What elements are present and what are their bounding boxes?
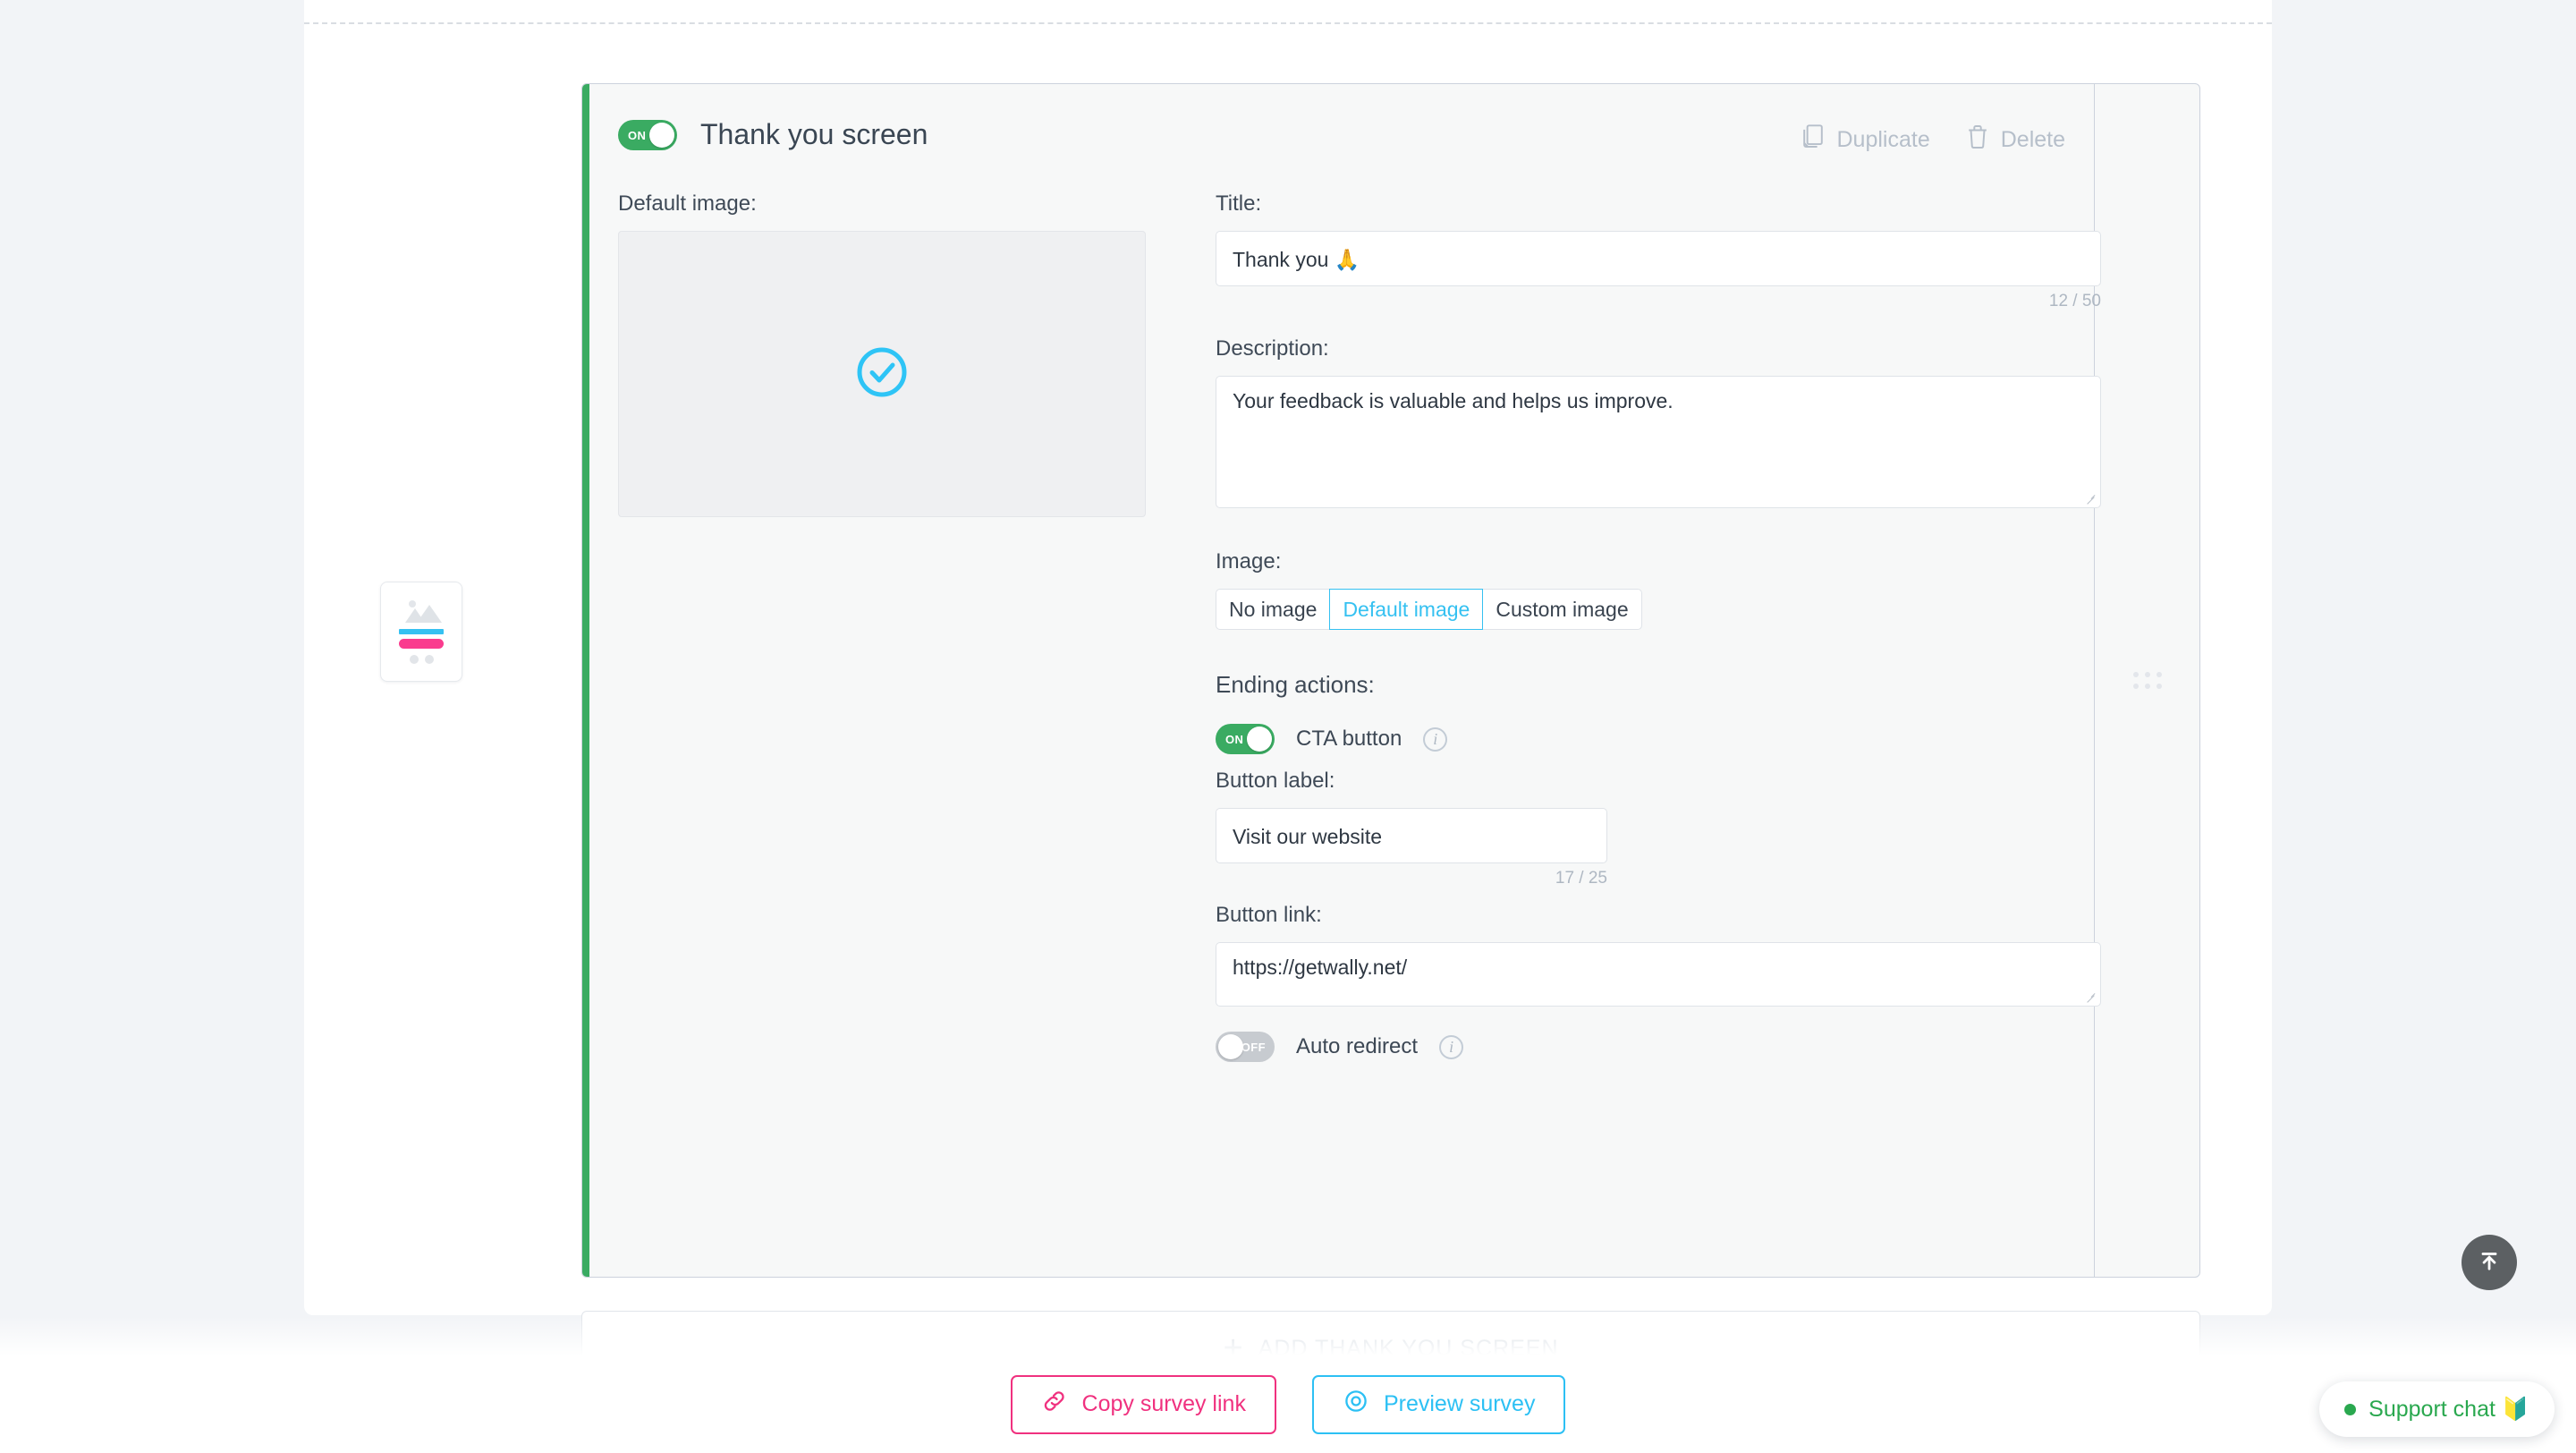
image-option-no-image[interactable]: No image (1216, 589, 1331, 630)
online-status-dot-icon (2344, 1403, 2357, 1415)
thumbnail-title-bar (399, 629, 444, 634)
support-chat-label: Support chat 🔰 (2368, 1396, 2529, 1422)
app-root: ON Thank you screen Duplicate Delete Def… (0, 0, 2576, 1453)
button-link-value: https://getwally.net/ (1233, 956, 1408, 979)
description-textarea[interactable]: Your feedback is valuable and helps us i… (1216, 376, 2101, 508)
cta-button-toggle[interactable]: ON (1216, 724, 1275, 754)
card-header-actions: Duplicate Delete (1801, 123, 2065, 157)
support-chat-button[interactable]: Support chat 🔰 (2319, 1381, 2555, 1437)
eye-icon (1343, 1388, 1369, 1421)
section-divider (304, 22, 2272, 24)
screen-thumbnail-card[interactable] (380, 582, 462, 682)
duplicate-label: Duplicate (1836, 127, 1930, 152)
image-field-label: Image: (1216, 549, 1282, 574)
thumbnail-cta-bar (399, 639, 444, 649)
scroll-to-top-button[interactable] (2462, 1235, 2517, 1290)
auto-redirect-toggle-label: OFF (1241, 1040, 1266, 1054)
screen-enabled-toggle-label: ON (628, 128, 647, 142)
image-option-default-image[interactable]: Default image (1329, 589, 1484, 630)
thumbnail-image-placeholder-icon (402, 599, 442, 625)
default-image-label: Default image: (618, 191, 757, 216)
auto-redirect-toggle[interactable]: OFF (1216, 1032, 1275, 1062)
title-char-counter: 12 / 50 (2048, 292, 2101, 310)
card-accent-bar (582, 84, 589, 1277)
cta-info-icon[interactable]: i (1423, 726, 1448, 752)
duplicate-button[interactable]: Duplicate (1801, 123, 1930, 157)
card-body: ON Thank you screen Duplicate Delete Def… (589, 84, 2101, 1277)
auto-redirect-info-icon[interactable]: i (1439, 1034, 1464, 1059)
cta-button-row: ON CTA button i (1216, 724, 2101, 754)
image-option-custom-image[interactable]: Custom image (1483, 589, 1642, 630)
link-icon (1041, 1388, 1068, 1421)
thumbnail-dots (409, 655, 434, 664)
preview-survey-label: Preview survey (1383, 1391, 1536, 1416)
copy-survey-link-label: Copy survey link (1081, 1391, 1246, 1416)
cta-toggle-label: ON (1225, 732, 1244, 746)
arrow-to-top-icon (2477, 1248, 2502, 1278)
auto-redirect-label: Auto redirect (1296, 1034, 1419, 1058)
button-label-input[interactable]: Visit our website (1216, 808, 1607, 863)
bottom-action-bar: Copy survey link Preview survey (0, 1316, 2576, 1453)
card-title: Thank you screen (700, 118, 928, 150)
button-link-input[interactable]: https://getwally.net/ (1216, 942, 2101, 1007)
toggle-knob (1247, 726, 1272, 752)
card-drag-handle[interactable] (2094, 84, 2199, 1277)
default-image-column: Default image: (618, 191, 1146, 517)
description-field-label: Description: (1216, 336, 1329, 361)
toggle-knob (649, 123, 674, 148)
ending-actions-heading: Ending actions: (1216, 671, 1375, 698)
button-link-field-label: Button link: (1216, 903, 1322, 927)
auto-redirect-row: OFF Auto redirect i (1216, 1032, 2101, 1062)
delete-button[interactable]: Delete (1966, 123, 2065, 157)
preview-survey-button[interactable]: Preview survey (1311, 1374, 1566, 1434)
screen-fields-column: Title: Thank you 🙏 12 / 50 Description: … (1216, 191, 2101, 1062)
button-label-char-counter: 17 / 25 (1555, 869, 1607, 888)
button-label-field-label: Button label: (1216, 769, 1335, 793)
screen-enabled-toggle[interactable]: ON (618, 120, 677, 150)
trash-icon (1966, 123, 1989, 157)
resize-handle-icon[interactable] (2084, 492, 2097, 505)
title-input[interactable]: Thank you 🙏 (1216, 231, 2101, 286)
check-circle-icon (856, 346, 908, 403)
description-value: Your feedback is valuable and helps us i… (1233, 389, 1674, 412)
card-header: ON Thank you screen Duplicate Delete (618, 118, 2065, 170)
default-image-preview (618, 231, 1146, 517)
toggle-knob (1218, 1034, 1243, 1059)
delete-label: Delete (2000, 127, 2065, 152)
thank-you-screen-card: ON Thank you screen Duplicate Delete Def… (581, 83, 2200, 1278)
resize-handle-icon[interactable] (2084, 990, 2097, 1003)
copy-survey-link-button[interactable]: Copy survey link (1010, 1374, 1276, 1434)
title-field-label: Title: (1216, 191, 1262, 216)
cta-button-label: CTA button (1296, 726, 1402, 751)
duplicate-icon (1801, 123, 1826, 157)
image-mode-segmented-control: No image Default image Custom image (1216, 589, 1642, 630)
drag-dots-icon (2132, 672, 2162, 689)
